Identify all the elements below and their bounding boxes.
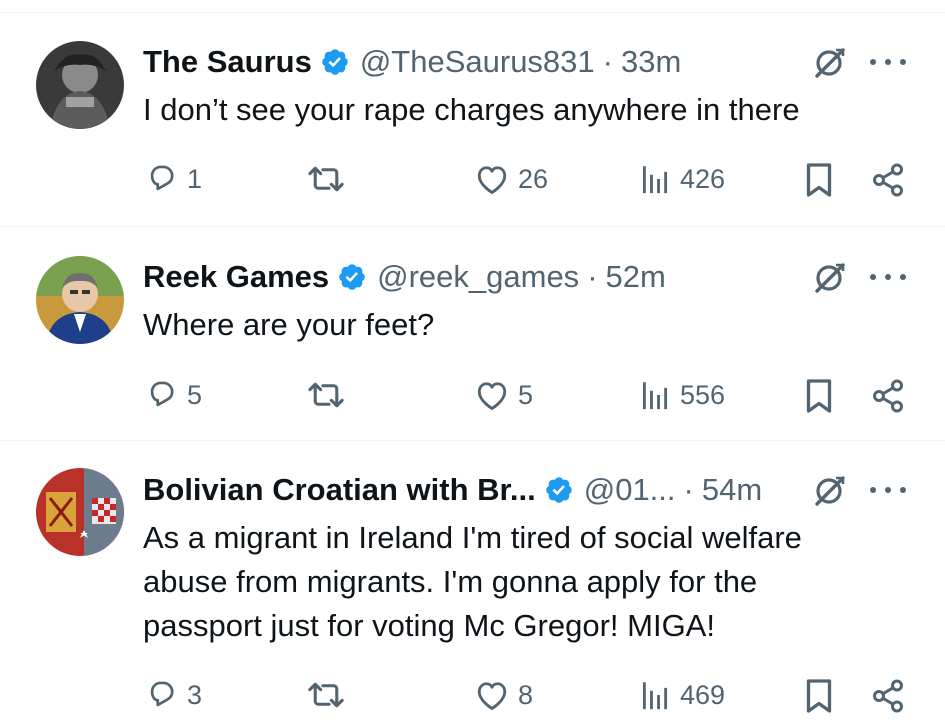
tweet-header: The Saurus @TheSaurus831 · 33m [143, 42, 681, 82]
tweet[interactable]: The Saurus @TheSaurus831 · 33m I don’t s… [0, 0, 945, 225]
views-button[interactable]: 426 [638, 162, 725, 196]
like-icon [477, 382, 507, 410]
like-button[interactable]: 8 [474, 678, 533, 712]
retweet-icon [308, 166, 344, 192]
tweet-text: Where are your feet? [143, 307, 435, 342]
retweet-icon [308, 382, 344, 408]
display-name[interactable]: Reek Games [143, 259, 329, 295]
like-button[interactable]: 26 [474, 162, 548, 196]
bookmark-icon [806, 679, 832, 713]
reply-count: 1 [187, 163, 203, 194]
share-icon [873, 379, 903, 413]
share-icon [873, 679, 903, 713]
display-name[interactable]: The Saurus [143, 44, 312, 80]
reply-feed: The Saurus @TheSaurus831 · 33m I don’t s… [0, 0, 945, 727]
view-count: 469 [680, 679, 726, 710]
like-icon [477, 166, 507, 194]
separator: · [683, 472, 694, 507]
bookmark-button[interactable] [804, 162, 834, 198]
timestamp[interactable]: 52m [606, 259, 666, 295]
views-icon [642, 682, 668, 710]
separator: · [602, 44, 613, 79]
handle[interactable]: @reek_games [377, 259, 579, 295]
views-button[interactable]: 556 [638, 378, 725, 412]
reply-count: 5 [187, 379, 203, 410]
reply-count: 3 [187, 679, 203, 710]
views-icon [642, 166, 668, 194]
reply-icon [150, 681, 174, 707]
retweet-icon [308, 682, 344, 708]
retweet-button[interactable] [306, 378, 346, 412]
share-button[interactable] [870, 378, 906, 414]
verified-badge-icon [320, 47, 350, 77]
handle[interactable]: @TheSaurus831 [360, 44, 595, 80]
view-count: 426 [680, 163, 726, 194]
retweet-button[interactable] [306, 162, 346, 196]
retweet-button[interactable] [306, 678, 346, 712]
view-count: 556 [680, 379, 726, 410]
grok-icon[interactable] [812, 472, 848, 508]
share-button[interactable] [870, 162, 906, 198]
tweet[interactable]: Reek Games @reek_games · 52m Where are y… [0, 226, 945, 440]
reply-button[interactable]: 5 [145, 378, 202, 412]
avatar[interactable] [36, 468, 124, 556]
more-icon[interactable] [870, 262, 906, 292]
like-icon [477, 682, 507, 710]
like-count: 8 [518, 679, 534, 710]
share-button[interactable] [870, 678, 906, 714]
grok-icon[interactable] [812, 259, 848, 295]
tweet-text: As a migrant in Ireland I'm tired of soc… [143, 520, 802, 643]
like-button[interactable]: 5 [474, 378, 533, 412]
bookmark-icon [806, 163, 832, 197]
separator: · [587, 259, 598, 294]
handle[interactable]: @01... [584, 472, 676, 508]
verified-badge-icon [544, 475, 574, 505]
display-name[interactable]: Bolivian Croatian with Br... [143, 472, 536, 508]
tweet[interactable]: Bolivian Croatian with Br... @01... · 54… [0, 440, 945, 727]
like-count: 5 [518, 379, 534, 410]
share-icon [873, 163, 903, 197]
reply-icon [150, 381, 174, 407]
like-count: 26 [518, 163, 549, 194]
more-icon[interactable] [870, 475, 906, 505]
bookmark-icon [806, 379, 832, 413]
views-button[interactable]: 469 [638, 678, 725, 712]
avatar[interactable] [36, 41, 124, 129]
grok-icon[interactable] [812, 44, 848, 80]
tweet-header: Bolivian Croatian with Br... @01... · 54… [143, 470, 762, 510]
tweet-header: Reek Games @reek_games · 52m [143, 257, 666, 297]
reply-icon [150, 165, 174, 191]
avatar[interactable] [36, 256, 124, 344]
timestamp[interactable]: 54m [702, 472, 762, 508]
reply-button[interactable]: 1 [145, 162, 202, 196]
bookmark-button[interactable] [804, 678, 834, 714]
timestamp[interactable]: 33m [621, 44, 681, 80]
bookmark-button[interactable] [804, 378, 834, 414]
views-icon [642, 382, 668, 410]
verified-badge-icon [337, 262, 367, 292]
more-icon[interactable] [870, 47, 906, 77]
reply-button[interactable]: 3 [145, 678, 202, 712]
tweet-text: I don’t see your rape charges anywhere i… [143, 92, 800, 127]
